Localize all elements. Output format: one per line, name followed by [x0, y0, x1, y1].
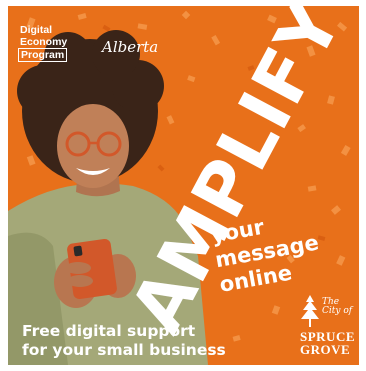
city-name: SPRUCE GROVE	[300, 330, 355, 356]
digital-economy-program-logo: Digital Economy Program	[18, 24, 68, 62]
spruce-tree-icon	[301, 295, 319, 327]
footer-line-1: Free digital support	[22, 322, 196, 340]
program-line-1: Digital	[20, 24, 53, 36]
footer-line-2: for your small business	[22, 341, 226, 359]
alberta-logo: Alberta	[102, 38, 159, 56]
city-name-line-2: GROVE	[300, 342, 351, 357]
advertisement-banner: Digital Economy Program Alberta AMPLIFY …	[8, 6, 359, 365]
city-of: City of	[322, 306, 353, 316]
city-of-spruce-grove-logo: The City of SPRUCE GROVE	[298, 294, 356, 360]
program-line-3: Program	[18, 48, 68, 62]
program-line-2: Economy	[20, 36, 68, 48]
city-the-text: The City of	[322, 298, 352, 316]
footer-text: Free digital support for your small busi…	[22, 322, 226, 360]
